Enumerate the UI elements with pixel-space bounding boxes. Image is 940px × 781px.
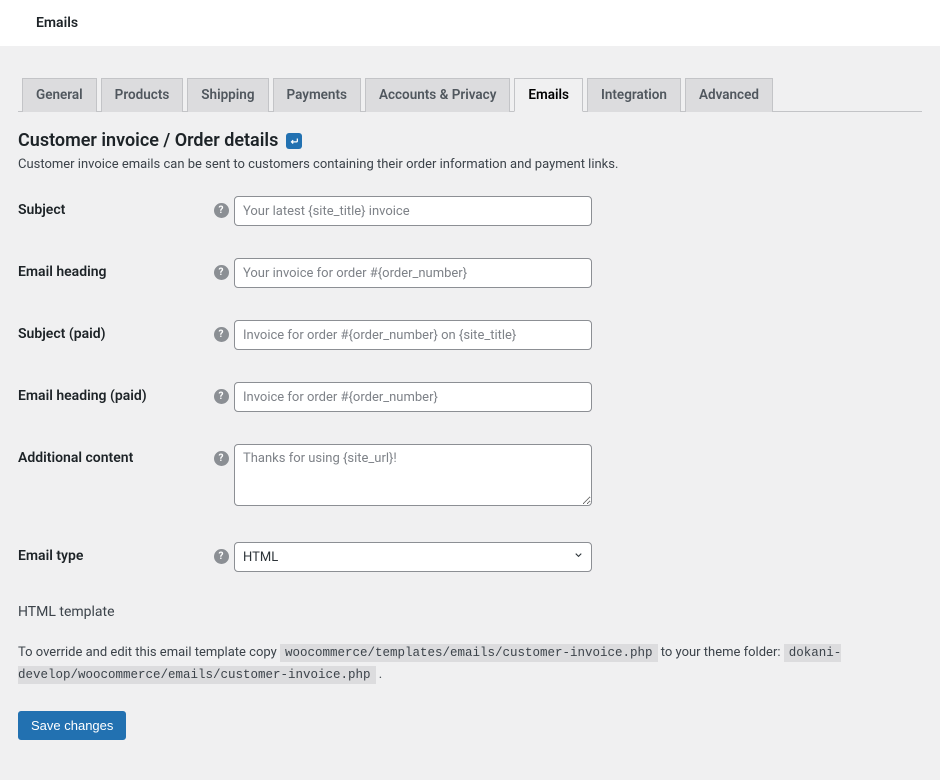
- subject-paid-input[interactable]: [234, 320, 592, 350]
- row-subject-paid: Subject (paid) ?: [18, 320, 922, 350]
- label-email-heading-paid: Email heading (paid): [18, 382, 208, 404]
- section-heading: Customer invoice / Order details: [18, 130, 922, 151]
- row-additional-content: Additional content ?: [18, 444, 922, 510]
- email-type-select[interactable]: HTML: [234, 542, 592, 572]
- email-heading-input[interactable]: [234, 258, 592, 288]
- save-button[interactable]: Save changes: [18, 711, 126, 740]
- label-subject: Subject: [18, 196, 208, 218]
- html-template-text: To override and edit this email template…: [18, 642, 922, 687]
- template-source-path: woocommerce/templates/emails/customer-in…: [280, 644, 658, 662]
- return-icon[interactable]: [286, 133, 302, 149]
- top-bar: Emails: [0, 0, 940, 46]
- help-icon[interactable]: ?: [208, 258, 234, 280]
- tab-emails[interactable]: Emails: [514, 78, 583, 112]
- row-email-heading-paid: Email heading (paid) ?: [18, 382, 922, 412]
- tab-advanced[interactable]: Advanced: [685, 78, 773, 112]
- template-text-before: To override and edit this email template…: [18, 645, 280, 660]
- main-content: General Products Shipping Payments Accou…: [0, 46, 940, 780]
- template-text-mid: to your theme folder:: [658, 645, 784, 660]
- row-subject: Subject ?: [18, 196, 922, 226]
- row-email-type: Email type ? HTML: [18, 542, 922, 572]
- section-description: Customer invoice emails can be sent to c…: [18, 157, 922, 172]
- label-email-heading: Email heading: [18, 258, 208, 280]
- template-text-after: .: [376, 667, 383, 682]
- settings-tabs: General Products Shipping Payments Accou…: [18, 66, 922, 112]
- tab-accounts-privacy[interactable]: Accounts & Privacy: [365, 78, 510, 112]
- email-heading-paid-input[interactable]: [234, 382, 592, 412]
- additional-content-textarea[interactable]: [234, 444, 592, 506]
- help-icon[interactable]: ?: [208, 382, 234, 404]
- label-additional-content: Additional content: [18, 444, 208, 466]
- tab-shipping[interactable]: Shipping: [187, 78, 268, 112]
- tab-products[interactable]: Products: [101, 78, 184, 112]
- help-icon[interactable]: ?: [208, 542, 234, 564]
- html-template-subheading: HTML template: [18, 604, 922, 620]
- subject-input[interactable]: [234, 196, 592, 226]
- row-email-heading: Email heading ?: [18, 258, 922, 288]
- tab-general[interactable]: General: [22, 78, 97, 112]
- tab-payments[interactable]: Payments: [273, 78, 361, 112]
- help-icon[interactable]: ?: [208, 444, 234, 466]
- page-title: Emails: [36, 15, 78, 31]
- label-email-type: Email type: [18, 542, 208, 564]
- section-heading-text: Customer invoice / Order details: [18, 130, 278, 151]
- help-icon[interactable]: ?: [208, 196, 234, 218]
- help-icon[interactable]: ?: [208, 320, 234, 342]
- tab-integration[interactable]: Integration: [587, 78, 681, 112]
- label-subject-paid: Subject (paid): [18, 320, 208, 342]
